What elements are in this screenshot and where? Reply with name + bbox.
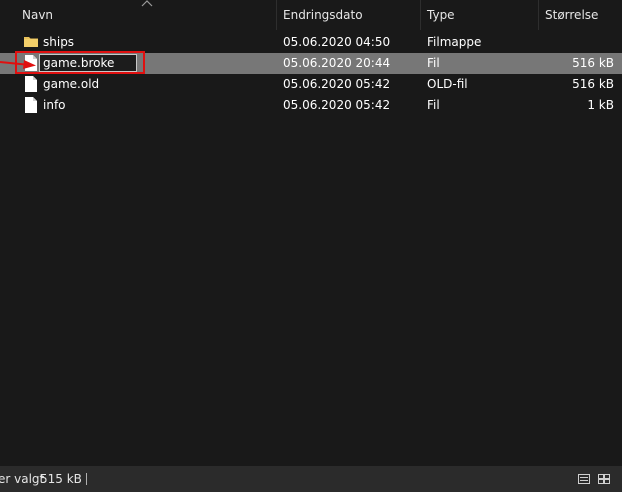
column-header-type[interactable]: Type xyxy=(421,0,539,30)
status-bar: er valgt 515 kB xyxy=(0,466,622,492)
file-size: 516 kB xyxy=(572,77,614,91)
file-icon xyxy=(25,76,37,92)
file-type: Fil xyxy=(427,98,440,112)
folder-icon xyxy=(24,37,38,47)
file-icon xyxy=(25,97,37,113)
file-name: game.old xyxy=(43,77,100,91)
column-header-size-label: Størrelse xyxy=(545,8,599,22)
status-selection-text: er valgt xyxy=(0,472,45,486)
file-type: Fil xyxy=(427,56,440,70)
annotation-arrow-icon xyxy=(0,60,36,69)
status-selection-size: 515 kB xyxy=(40,472,82,486)
file-name: info xyxy=(43,98,66,112)
file-type: Filmappe xyxy=(427,35,482,49)
file-size: 516 kB xyxy=(572,56,614,70)
sort-ascending-icon xyxy=(141,0,153,7)
large-icons-view-icon[interactable] xyxy=(598,474,610,484)
file-date: 05.06.2020 05:42 xyxy=(283,77,391,91)
file-size: 1 kB xyxy=(587,98,614,112)
file-row-ships[interactable]: ships 05.06.2020 04:50 Filmappe xyxy=(0,32,622,53)
column-header-name-label: Navn xyxy=(22,8,54,22)
details-view-icon[interactable] xyxy=(578,474,590,484)
file-type: OLD-fil xyxy=(427,77,468,91)
file-name: ships xyxy=(43,35,75,49)
column-header-bar: Navn Endringsdato Type Størrelse xyxy=(0,0,622,30)
file-row-game-old[interactable]: game.old 05.06.2020 05:42 OLD-fil 516 kB xyxy=(0,74,622,95)
status-separator xyxy=(86,473,87,485)
file-date: 05.06.2020 05:42 xyxy=(283,98,391,112)
column-header-type-label: Type xyxy=(427,8,455,22)
column-header-date-label: Endringsdato xyxy=(283,8,363,22)
file-row-info[interactable]: info 05.06.2020 05:42 Fil 1 kB xyxy=(0,95,622,116)
column-header-size[interactable]: Størrelse xyxy=(539,0,622,30)
file-date: 05.06.2020 04:50 xyxy=(283,35,391,49)
file-date: 05.06.2020 20:44 xyxy=(283,56,391,70)
column-header-date[interactable]: Endringsdato xyxy=(277,0,421,30)
